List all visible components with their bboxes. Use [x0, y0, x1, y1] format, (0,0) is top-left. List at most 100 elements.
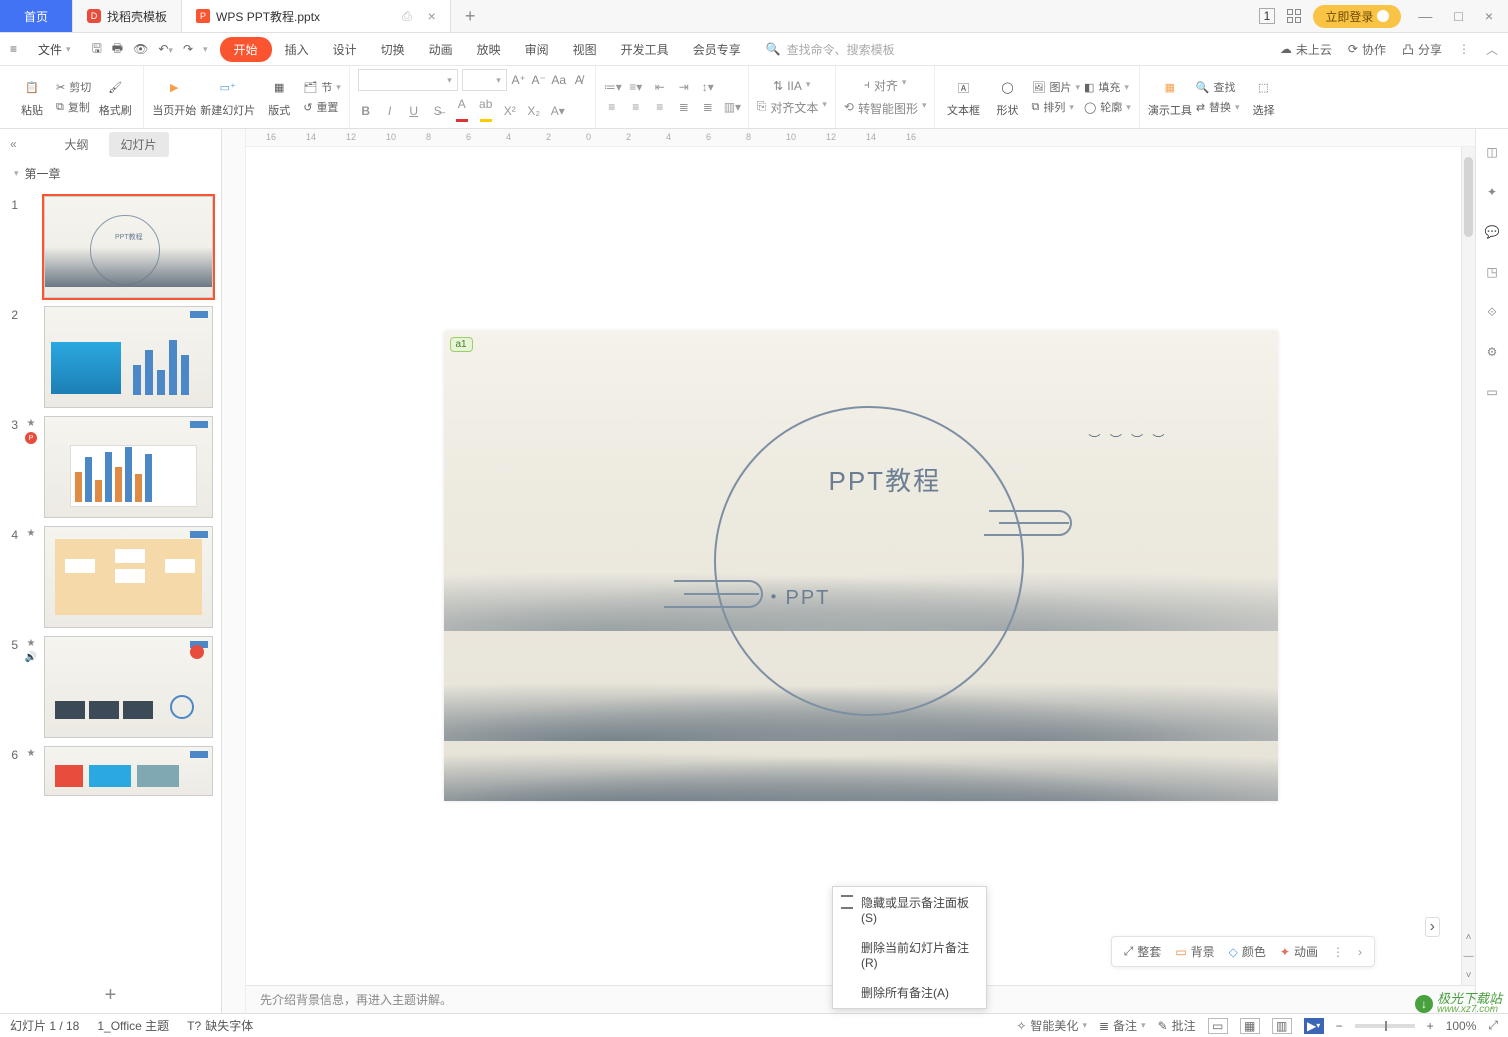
- tab-home[interactable]: 首页: [0, 0, 73, 32]
- canvas-scroll-right-icon[interactable]: ›: [1425, 917, 1440, 937]
- delete-all-notes[interactable]: 删除所有备注(A): [833, 977, 986, 1008]
- rail-effects-icon[interactable]: ✦: [1483, 183, 1501, 201]
- bold-icon[interactable]: B: [358, 104, 374, 118]
- qat-dropdown-icon[interactable]: ▾: [203, 44, 208, 55]
- ribbon-tab-design[interactable]: 设计: [322, 36, 368, 63]
- rail-comments-icon[interactable]: 💬: [1483, 223, 1501, 241]
- preview-icon[interactable]: 👁: [133, 42, 148, 56]
- ribbon-tab-devtools[interactable]: 开发工具: [610, 36, 680, 63]
- rail-object-icon[interactable]: ◳: [1483, 263, 1501, 281]
- file-menu[interactable]: 文件▾: [27, 36, 82, 63]
- image-button[interactable]: 🖼图片▾: [1031, 79, 1080, 95]
- chapter-row[interactable]: ▾ 第一章: [0, 159, 221, 188]
- rail-more-icon[interactable]: ▭: [1483, 383, 1501, 401]
- window-maximize-icon[interactable]: □: [1449, 8, 1467, 24]
- color-button[interactable]: ◇颜色: [1229, 943, 1266, 960]
- command-search[interactable]: 🔍 查找命令、搜索模板: [766, 41, 895, 58]
- zoom-slider[interactable]: [1355, 1024, 1415, 1028]
- slide-canvas[interactable]: a1 PPT教程 ・PPT ︶ ︶ ︶ ︶: [444, 331, 1278, 801]
- change-case-icon[interactable]: Aa: [551, 73, 567, 87]
- cloud-status[interactable]: ☁未上云: [1280, 41, 1332, 58]
- outline-button[interactable]: ◯轮廓▾: [1084, 99, 1131, 115]
- redo-icon[interactable]: ↷: [183, 42, 193, 56]
- fit-window-icon[interactable]: ⤢: [1488, 1018, 1498, 1033]
- bullets-icon[interactable]: ≔▾: [604, 80, 620, 94]
- ribbon-collapse-icon[interactable]: ︿: [1486, 41, 1498, 58]
- scroll-down-icon[interactable]: ˅: [1466, 970, 1472, 981]
- float-more-icon[interactable]: ⋮: [1332, 945, 1344, 959]
- toggle-notes-panel[interactable]: 隐藏或显示备注面板(S): [833, 887, 986, 932]
- window-close-icon[interactable]: ×: [1480, 8, 1498, 24]
- zoom-out-icon[interactable]: −: [1336, 1019, 1343, 1033]
- tab-file[interactable]: P WPS PPT教程.pptx ⎙ ×: [182, 0, 451, 32]
- rail-cloud-icon[interactable]: ⟐: [1483, 303, 1501, 321]
- ribbon-tab-slideshow[interactable]: 放映: [466, 36, 512, 63]
- font-color-icon[interactable]: A: [454, 97, 470, 125]
- thumb-row[interactable]: 4 ★: [0, 522, 221, 632]
- strike-icon[interactable]: S̶: [430, 104, 446, 118]
- tab-templates[interactable]: D 找稻壳模板: [73, 0, 182, 32]
- indent-dec-icon[interactable]: ⇤: [652, 80, 668, 94]
- underline-icon[interactable]: U: [406, 104, 422, 118]
- thumb-3[interactable]: [44, 416, 213, 518]
- tab-close-icon[interactable]: ×: [428, 8, 436, 24]
- smart-beautify[interactable]: ✧智能美化▾: [1016, 1017, 1087, 1034]
- subscript-icon[interactable]: X₂: [526, 104, 542, 118]
- animation-button[interactable]: ✦动画: [1280, 943, 1318, 960]
- align-center-icon[interactable]: ≡: [628, 100, 644, 114]
- cut-button[interactable]: ✂剪切: [56, 79, 91, 95]
- align-justify-icon[interactable]: ≣: [676, 100, 692, 114]
- save-icon[interactable]: 🖫: [92, 39, 102, 60]
- ribbon-tab-view[interactable]: 视图: [562, 36, 608, 63]
- view-reading-icon[interactable]: ▥: [1272, 1018, 1292, 1034]
- float-next-icon[interactable]: ›: [1358, 945, 1362, 959]
- numbering-icon[interactable]: ≡▾: [628, 80, 644, 94]
- columns-icon[interactable]: ▥▾: [724, 100, 740, 114]
- coop-button[interactable]: ⟳协作: [1348, 41, 1386, 58]
- view-normal-icon[interactable]: ▭: [1208, 1018, 1228, 1034]
- thumb-4[interactable]: [44, 526, 213, 628]
- align-objects-button[interactable]: ⫞对齐▾: [864, 77, 907, 94]
- replace-button[interactable]: ⇄替换▾: [1196, 99, 1240, 115]
- thumb-row[interactable]: 3 ★P: [0, 412, 221, 522]
- align-text-button[interactable]: ⎘对齐文本▾: [757, 99, 827, 116]
- scroll-thumb[interactable]: [1464, 157, 1473, 237]
- undo-icon[interactable]: ↶▾: [158, 42, 173, 56]
- thumb-1[interactable]: PPT教程: [44, 196, 213, 298]
- ribbon-tab-animation[interactable]: 动画: [418, 36, 464, 63]
- ribbon-tab-review[interactable]: 审阅: [514, 36, 560, 63]
- rail-design-icon[interactable]: ◫: [1483, 143, 1501, 161]
- zoom-in-icon[interactable]: +: [1427, 1019, 1434, 1033]
- layout-number-icon[interactable]: 1: [1259, 8, 1276, 24]
- select-button[interactable]: ⬚选择: [1244, 77, 1284, 118]
- align-right-icon[interactable]: ≡: [652, 100, 668, 114]
- menu-icon[interactable]: ≡: [10, 42, 17, 56]
- panel-tab-slides[interactable]: 幻灯片: [109, 132, 169, 157]
- section-button[interactable]: 🗂节▾: [303, 79, 341, 95]
- comment-anchor[interactable]: a1: [450, 337, 473, 352]
- share-button[interactable]: 凸分享: [1402, 41, 1442, 58]
- login-button[interactable]: 立即登录: [1313, 5, 1401, 28]
- indent-inc-icon[interactable]: ⇥: [676, 80, 692, 94]
- new-slide-button[interactable]: ▭⁺ 新建幻灯片: [200, 77, 255, 118]
- align-left-icon[interactable]: ≡: [604, 100, 620, 114]
- scroll-up-icon[interactable]: ˄: [1466, 932, 1472, 943]
- ribbon-tab-transition[interactable]: 切换: [370, 36, 416, 63]
- paste-button[interactable]: 📋 粘贴: [12, 77, 52, 118]
- rail-settings-icon[interactable]: ⚙: [1483, 343, 1501, 361]
- notes-toggle[interactable]: ≣备注▾: [1099, 1017, 1146, 1034]
- textbox-button[interactable]: 🄰文本框: [943, 77, 983, 118]
- arrange-button[interactable]: ⧉排列▾: [1031, 99, 1080, 115]
- from-current-button[interactable]: ▶ 当页开始: [152, 77, 196, 118]
- find-button[interactable]: 🔍查找: [1196, 79, 1240, 95]
- italic-icon[interactable]: I: [382, 104, 398, 118]
- clear-format-icon[interactable]: A̸: [571, 73, 587, 87]
- thumb-row[interactable]: 5 ★🔊: [0, 632, 221, 742]
- tab-pin-icon[interactable]: ⎙: [402, 9, 412, 24]
- present-tool-button[interactable]: ▦演示工具: [1148, 77, 1192, 118]
- format-painter-button[interactable]: 🖌 格式刷: [95, 77, 135, 118]
- ribbon-tab-start[interactable]: 开始: [220, 37, 272, 62]
- copy-button[interactable]: ⧉复制: [56, 99, 91, 115]
- delete-current-note[interactable]: 删除当前幻灯片备注(R): [833, 932, 986, 977]
- distribute-icon[interactable]: ≣: [700, 100, 716, 114]
